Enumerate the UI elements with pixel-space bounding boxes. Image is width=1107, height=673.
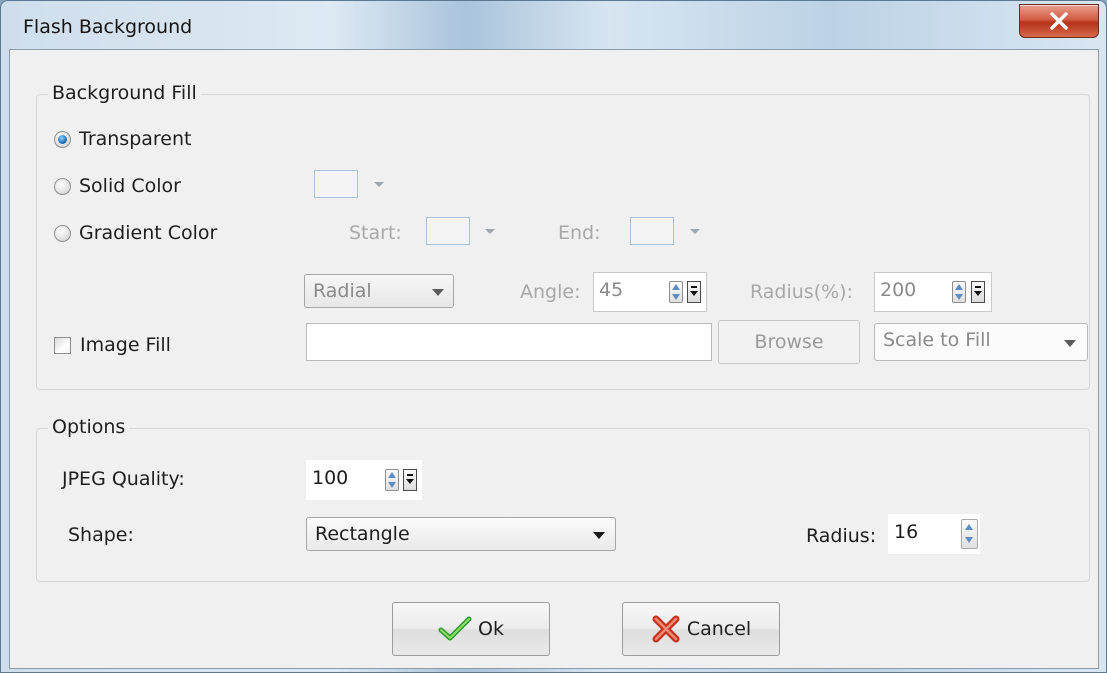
- radius-percent-value[interactable]: 200: [880, 279, 916, 301]
- solid-color-label[interactable]: Solid Color: [79, 175, 181, 197]
- cross-icon: [652, 615, 680, 643]
- radius-percent-label: Radius(%):: [750, 281, 853, 303]
- angle-stepper-icon[interactable]: [669, 281, 683, 303]
- jpeg-quality-value[interactable]: 100: [312, 467, 348, 489]
- gradient-end-swatch[interactable]: [630, 217, 674, 245]
- shape-label: Shape:: [68, 524, 134, 546]
- scale-mode-combo[interactable]: Scale to Fill: [874, 323, 1088, 361]
- options-title: Options: [48, 416, 130, 438]
- angle-value[interactable]: 45: [599, 279, 623, 301]
- check-icon: [438, 616, 472, 641]
- close-icon: [1050, 12, 1068, 30]
- solid-color-dropdown-icon[interactable]: [374, 182, 384, 187]
- gradient-type-combo[interactable]: Radial: [304, 274, 454, 308]
- gradient-color-radio[interactable]: [54, 225, 71, 242]
- browse-button-label: Browse: [754, 331, 824, 353]
- image-path-input[interactable]: [306, 323, 712, 361]
- gradient-end-dropdown-icon[interactable]: [690, 229, 700, 234]
- radius-value[interactable]: 16: [894, 521, 918, 543]
- transparent-label[interactable]: Transparent: [79, 128, 192, 150]
- dialog-window: Flash Background Background Fill Transpa…: [0, 0, 1107, 673]
- transparent-radio[interactable]: [54, 131, 71, 148]
- gradient-color-label[interactable]: Gradient Color: [79, 222, 217, 244]
- chevron-down-icon: [593, 532, 605, 539]
- radius-stepper-icon[interactable]: [961, 519, 978, 549]
- close-button[interactable]: [1019, 4, 1099, 38]
- angle-menu-icon[interactable]: [687, 281, 701, 303]
- options-group: [36, 428, 1090, 582]
- cancel-button[interactable]: Cancel: [622, 602, 780, 656]
- image-fill-checkbox[interactable]: [54, 337, 71, 354]
- radius-percent-menu-icon[interactable]: [971, 281, 985, 303]
- jpeg-quality-label: JPEG Quality:: [62, 468, 185, 490]
- browse-button[interactable]: Browse: [718, 320, 860, 364]
- gradient-start-dropdown-icon[interactable]: [485, 229, 495, 234]
- radius-spinbox[interactable]: 16: [888, 514, 980, 554]
- angle-spinbox[interactable]: 45: [593, 272, 707, 312]
- gradient-start-swatch[interactable]: [426, 217, 470, 245]
- ok-button-label: Ok: [478, 618, 504, 640]
- solid-color-radio[interactable]: [54, 178, 71, 195]
- title-bar: Flash Background: [1, 1, 1106, 49]
- gradient-start-label: Start:: [349, 222, 402, 244]
- radius-percent-spinbox[interactable]: 200: [874, 272, 992, 312]
- angle-label: Angle:: [520, 281, 581, 303]
- jpeg-quality-menu-icon[interactable]: [403, 469, 417, 491]
- gradient-end-label: End:: [558, 222, 601, 244]
- radius-percent-stepper-icon[interactable]: [952, 281, 966, 303]
- chevron-down-icon: [1064, 340, 1076, 347]
- solid-color-swatch[interactable]: [314, 170, 358, 198]
- shape-combo[interactable]: Rectangle: [306, 517, 616, 551]
- scale-mode-value: Scale to Fill: [883, 329, 991, 351]
- cancel-button-label: Cancel: [686, 618, 752, 640]
- shape-value: Rectangle: [315, 523, 410, 545]
- image-fill-label[interactable]: Image Fill: [80, 334, 171, 356]
- radius-label: Radius:: [806, 525, 877, 547]
- background-fill-title: Background Fill: [48, 82, 201, 104]
- window-title: Flash Background: [23, 16, 193, 38]
- chevron-down-icon: [432, 289, 444, 296]
- jpeg-quality-stepper-icon[interactable]: [385, 469, 399, 491]
- ok-button[interactable]: Ok: [392, 602, 550, 656]
- gradient-type-value: Radial: [313, 280, 372, 302]
- dialog-client-area: Background Fill Transparent Solid Color …: [9, 49, 1099, 669]
- jpeg-quality-spinbox[interactable]: 100: [306, 460, 422, 500]
